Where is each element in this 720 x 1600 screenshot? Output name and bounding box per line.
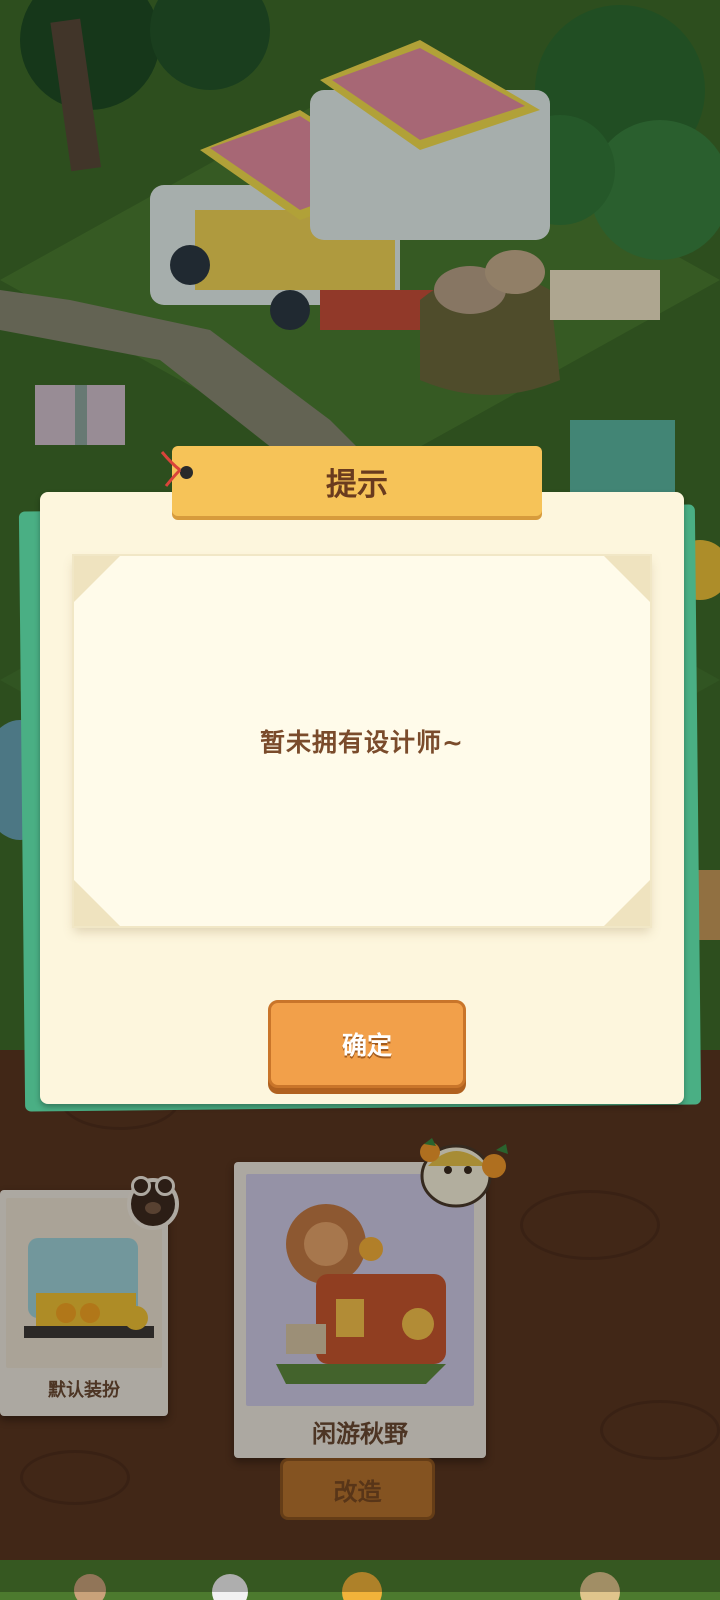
- confirm-button-label: 确定: [341, 1031, 392, 1060]
- paper-corners: [74, 556, 650, 926]
- dialog-title: 提示: [326, 466, 388, 503]
- dialog-title-tab: 提示: [172, 446, 542, 516]
- string-icon: [160, 451, 182, 487]
- confirm-button[interactable]: 确定: [268, 1000, 466, 1088]
